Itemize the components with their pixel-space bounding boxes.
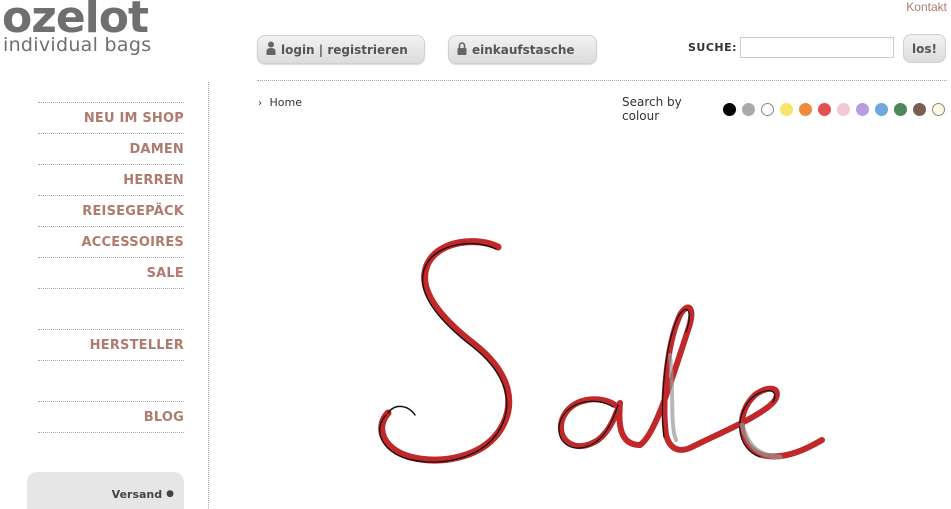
colour-swatch[interactable] bbox=[894, 102, 907, 116]
breadcrumb: › Home bbox=[258, 96, 302, 109]
header-divider bbox=[257, 80, 947, 81]
nav-divider bbox=[38, 288, 184, 289]
page: ozelot individual bags Kontakt login | r… bbox=[0, 0, 951, 509]
blog-nav: BLOG bbox=[38, 401, 184, 433]
manufacturer-nav: HERSTELLER bbox=[38, 329, 184, 361]
colour-swatch[interactable] bbox=[875, 102, 888, 116]
search-input[interactable] bbox=[740, 37, 894, 58]
colour-swatch[interactable] bbox=[856, 102, 869, 116]
nav-item-sale[interactable]: SALE bbox=[38, 257, 184, 288]
login-register-label: login | registrieren bbox=[281, 42, 408, 57]
breadcrumb-home-link[interactable]: Home bbox=[270, 96, 302, 109]
sidebar-divider bbox=[208, 82, 209, 509]
nav-item-herren[interactable]: HERREN bbox=[38, 164, 184, 195]
nav-item-reisegepaeck[interactable]: REISEGEPÄCK bbox=[38, 195, 184, 226]
kontakt-link[interactable]: Kontakt bbox=[906, 0, 947, 14]
logo-wordmark: ozelot bbox=[2, 0, 149, 43]
colour-swatch[interactable] bbox=[837, 102, 850, 116]
bullet-icon: ● bbox=[166, 489, 174, 499]
colour-filter-label: Search by colour bbox=[622, 95, 682, 123]
colour-swatch[interactable] bbox=[799, 102, 812, 116]
nav-item-hersteller[interactable]: HERSTELLER bbox=[38, 329, 184, 360]
category-nav: NEU IM SHOP DAMEN HERREN REISEGEPÄCK ACC… bbox=[38, 102, 184, 289]
colour-swatch[interactable] bbox=[780, 102, 793, 116]
chevron-right-icon: › bbox=[258, 98, 262, 109]
lock-icon bbox=[457, 41, 467, 58]
nav-item-neu-im-shop[interactable]: NEU IM SHOP bbox=[38, 102, 184, 133]
sale-hero-image[interactable] bbox=[370, 235, 830, 475]
nav-item-blog[interactable]: BLOG bbox=[38, 401, 184, 432]
colour-swatch[interactable] bbox=[723, 102, 736, 116]
colour-swatch[interactable] bbox=[761, 102, 774, 116]
colour-swatch[interactable] bbox=[742, 102, 755, 116]
nav-divider bbox=[38, 432, 184, 433]
shopping-bag-label: einkaufstasche bbox=[472, 42, 575, 57]
colour-swatch[interactable] bbox=[913, 102, 926, 116]
colour-swatches bbox=[723, 102, 951, 116]
colour-swatch[interactable] bbox=[932, 102, 945, 116]
site-logo[interactable]: ozelot individual bags bbox=[2, 0, 152, 56]
search-label: SUCHE: bbox=[688, 41, 738, 54]
user-icon bbox=[266, 41, 276, 58]
nav-divider bbox=[38, 360, 184, 361]
search-submit-button[interactable]: los! bbox=[903, 34, 946, 63]
logo-tagline: individual bags bbox=[3, 34, 152, 56]
versand-box[interactable]: Versand ● bbox=[27, 472, 184, 509]
nav-item-accessoires[interactable]: ACCESSOIRES bbox=[38, 226, 184, 257]
versand-label: Versand bbox=[111, 487, 163, 501]
colour-filter: Search by colour bbox=[622, 95, 951, 123]
nav-item-damen[interactable]: DAMEN bbox=[38, 133, 184, 164]
login-register-button[interactable]: login | registrieren bbox=[257, 35, 425, 64]
shopping-bag-button[interactable]: einkaufstasche bbox=[448, 35, 597, 64]
colour-swatch[interactable] bbox=[818, 102, 831, 116]
